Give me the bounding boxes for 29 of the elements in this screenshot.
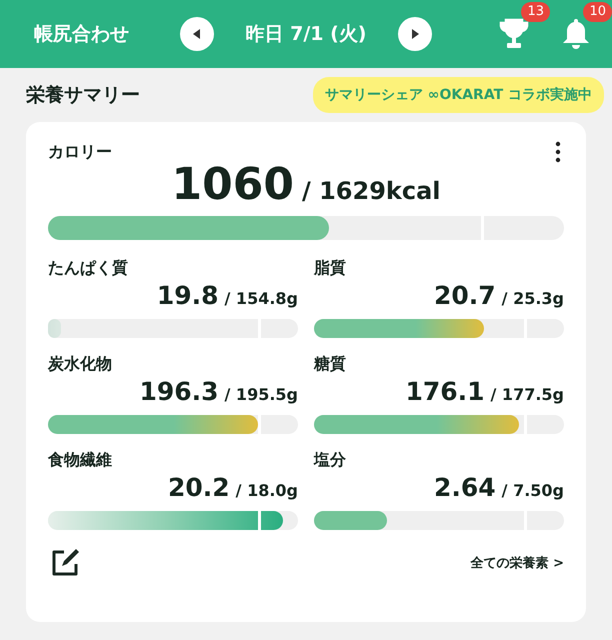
app-title: 帳尻合わせ [34, 22, 130, 47]
calorie-value: 1060 [172, 160, 294, 210]
date-label: 昨日 7/1 (火) [244, 22, 368, 47]
nutrient-target: / 25.3g [502, 289, 564, 308]
section-title: 栄養サマリー [26, 83, 140, 108]
nutrient-value: 196.3 [139, 377, 219, 407]
nutrient-label: 糖質 [314, 354, 347, 375]
nutrient-target: / 177.5g [490, 385, 564, 404]
notification-badge: 13 [521, 2, 550, 22]
nutrient-label: 食物繊維 [48, 450, 113, 471]
nutrient-label: 炭水化物 [48, 354, 113, 375]
nutrient-label: 脂質 [314, 258, 347, 279]
nutrient-target: / 154.8g [224, 289, 298, 308]
next-day-button[interactable] [398, 17, 432, 51]
nutrient-value: 2.64 [434, 473, 496, 503]
calorie-label: カロリー [48, 142, 112, 162]
all-nutrients-link[interactable]: 全ての栄養素 > [470, 554, 564, 572]
nutrient-value: 20.7 [434, 281, 496, 311]
calorie-target: / 1629kcal [302, 177, 440, 205]
notification-badge: 10 [583, 2, 612, 22]
nutrient-value: 20.2 [168, 473, 230, 503]
nutrient-target: / 7.50g [502, 481, 564, 500]
nutrient-value: 176.1 [405, 377, 485, 407]
nutrient-target: / 18.0g [236, 481, 298, 500]
previous-day-button[interactable] [180, 17, 214, 51]
nutrient-target: / 195.5g [224, 385, 298, 404]
nutrient-label: たんぱく質 [48, 258, 129, 279]
nutrient-label: 塩分 [314, 450, 347, 471]
nutrient-value: 19.8 [156, 281, 219, 311]
